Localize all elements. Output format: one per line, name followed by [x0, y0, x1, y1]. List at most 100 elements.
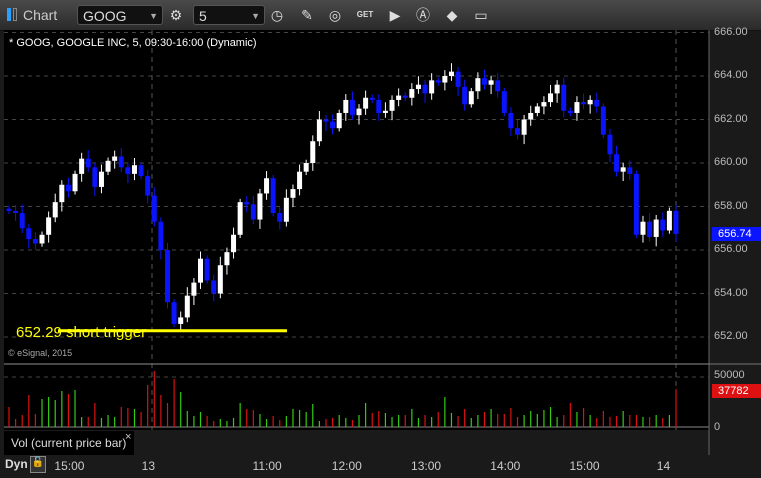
- candle-body: [98, 171, 104, 187]
- candle-body: [442, 76, 448, 83]
- candle-body: [587, 99, 593, 105]
- x-tick-label: 14:00: [490, 459, 521, 473]
- candle-body: [330, 121, 336, 129]
- candle-body: [508, 112, 514, 129]
- candle-body: [620, 167, 626, 172]
- candle-body: [85, 158, 91, 168]
- candle-body: [495, 80, 501, 92]
- candle-body: [607, 134, 613, 155]
- y-tick-label: 660.00: [714, 156, 748, 168]
- candle-body: [244, 202, 250, 205]
- copyright: © eSignal, 2015: [8, 348, 73, 358]
- candle-body: [627, 167, 633, 174]
- candle-body: [600, 106, 606, 135]
- candle-body: [660, 219, 666, 231]
- x-tick-label: 11:00: [252, 459, 282, 473]
- chart-svg: [4, 30, 761, 455]
- last-price-tag: 656.74: [712, 227, 761, 241]
- dyn-mode[interactable]: Dyn: [5, 457, 28, 471]
- candle-body: [501, 91, 507, 113]
- candle-body: [356, 108, 362, 116]
- candle-body: [310, 141, 316, 163]
- candle-body: [316, 119, 322, 142]
- candle-body: [72, 173, 78, 192]
- x-tick-label: 13:00: [411, 459, 442, 473]
- candle-body: [574, 102, 580, 113]
- candle-body: [462, 86, 468, 105]
- last-volume-tag: 37782: [712, 384, 761, 398]
- y-tick-label: 654.00: [714, 286, 748, 299]
- candle-body: [184, 295, 190, 318]
- candle-body: [422, 84, 428, 94]
- candle-body: [158, 221, 164, 250]
- candle-body: [131, 165, 137, 174]
- candle-body: [151, 195, 157, 222]
- candle-body: [250, 204, 256, 220]
- candle-body: [614, 154, 620, 172]
- lock-icon[interactable]: 🔓: [30, 456, 46, 473]
- candle-body: [336, 112, 342, 129]
- candle-body: [402, 95, 408, 98]
- candle-body: [138, 165, 144, 177]
- candle-body: [125, 167, 131, 174]
- candle-body: [541, 102, 547, 107]
- candle-body: [283, 197, 289, 222]
- candle-body: [79, 158, 85, 174]
- x-tick-label: 15:00: [569, 459, 600, 473]
- candle-body: [594, 99, 600, 107]
- candle-body: [640, 221, 646, 235]
- candle-body: [224, 252, 230, 266]
- candle-body: [65, 184, 71, 192]
- candle-body: [191, 282, 197, 296]
- candle-body: [581, 102, 587, 105]
- y-tick-label: 666.00: [714, 25, 748, 38]
- candle-body: [515, 128, 521, 135]
- candle-body: [303, 163, 309, 172]
- candle-body: [475, 78, 481, 92]
- candle-body: [448, 71, 454, 76]
- candle-body: [567, 110, 573, 113]
- candle-body: [647, 221, 653, 237]
- candle-body: [59, 184, 65, 203]
- candle-body: [363, 97, 369, 109]
- candle-body: [488, 80, 494, 85]
- vol-tick-0: 0: [714, 421, 721, 433]
- candle-body: [204, 258, 210, 281]
- candle-body: [415, 84, 421, 90]
- y-tick-label: 664.00: [714, 69, 748, 81]
- candle-body: [164, 250, 170, 303]
- candle-body: [277, 213, 283, 222]
- candle-body: [171, 302, 177, 324]
- candle-body: [32, 239, 38, 244]
- candle-body: [112, 156, 118, 161]
- candle-body: [521, 119, 527, 135]
- candle-body: [389, 99, 395, 111]
- candle-body: [105, 160, 111, 172]
- candle-body: [409, 89, 415, 98]
- candle-body: [211, 280, 217, 294]
- x-tick-label: 12:00: [331, 459, 362, 473]
- candle-body: [548, 93, 554, 103]
- candle-body: [343, 99, 349, 113]
- candle-body: [46, 217, 52, 235]
- candle-body: [396, 95, 402, 100]
- candle-body: [323, 119, 329, 122]
- close-icon[interactable]: ×: [125, 431, 131, 443]
- candle-body: [455, 71, 461, 87]
- candle-body: [633, 173, 639, 235]
- x-tick-label: 13: [141, 459, 156, 473]
- y-tick-label: 658.00: [714, 199, 748, 212]
- y-tick-label: 662.00: [714, 112, 748, 125]
- candle-body: [349, 99, 355, 116]
- candle-body: [528, 112, 534, 120]
- candle-body: [26, 228, 32, 240]
- candle-body: [561, 84, 567, 111]
- candle-body: [554, 84, 560, 94]
- candle-body: [673, 210, 679, 234]
- candle-body: [198, 258, 204, 283]
- candle-body: [145, 176, 151, 196]
- candle-body: [666, 210, 672, 231]
- x-tick-label: 15:00: [54, 459, 85, 473]
- volume-study-label: Vol (current price bar): [4, 431, 134, 455]
- chart-header: * GOOG, GOOGLE INC, 5, 09:30-16:00 (Dyna…: [9, 37, 257, 49]
